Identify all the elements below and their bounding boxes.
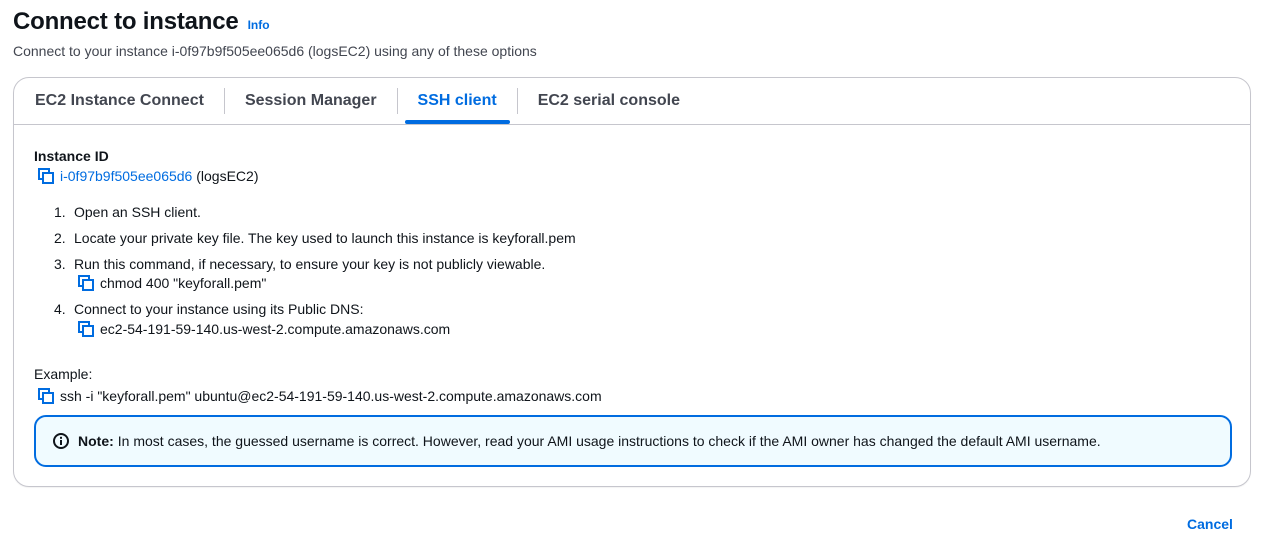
tab-divider (396, 88, 398, 114)
tab-ec2-instance-connect[interactable]: EC2 Instance Connect (22, 78, 217, 124)
tab-divider (516, 88, 518, 114)
step-3-command-row: chmod 400 "keyforall.pem" (78, 274, 266, 292)
page-title-row: Connect to instance Info (13, 6, 270, 38)
tab-label: EC2 serial console (537, 92, 680, 109)
tab-session-manager[interactable]: Session Manager (232, 78, 390, 124)
page-subtitle: Connect to your instance i-0f97b9f505ee0… (13, 43, 537, 59)
tab-ec2-serial-console[interactable]: EC2 serial console (525, 78, 693, 124)
ssh-example-command: ssh -i "keyforall.pem" ubuntu@ec2-54-191… (60, 388, 602, 404)
cancel-button[interactable]: Cancel (1180, 514, 1240, 534)
ssh-client-panel: Instance ID i-0f97b9f505ee065d6 (logsEC2… (34, 125, 1232, 486)
copy-icon[interactable] (38, 388, 54, 404)
note-text: In most cases, the guessed username is c… (117, 433, 1101, 449)
copy-icon[interactable] (78, 321, 94, 337)
step-2: 2. Locate your private key file. The key … (54, 229, 576, 247)
tab-label: EC2 Instance Connect (35, 92, 204, 109)
step-1: 1. Open an SSH client. (54, 203, 201, 221)
tab-label: SSH client (417, 92, 497, 109)
tab-label: Session Manager (244, 92, 377, 109)
example-command-row: ssh -i "keyforall.pem" ubuntu@ec2-54-191… (38, 387, 602, 405)
step-number: 1. (54, 204, 66, 220)
tab-divider (223, 88, 225, 114)
step-text: Connect to your instance using its Publi… (74, 301, 364, 317)
step-4-command-row: ec2-54-191-59-140.us-west-2.compute.amaz… (78, 320, 450, 338)
step-number: 2. (54, 230, 66, 246)
username-note-alert: Note: In most cases, the guessed usernam… (34, 415, 1232, 467)
note-label: Note: (78, 433, 114, 449)
instance-name: (logsEC2) (196, 168, 259, 184)
instance-id-row: i-0f97b9f505ee065d6 (logsEC2) (38, 167, 258, 185)
step-number: 4. (54, 301, 66, 317)
step-3: 3. Run this command, if necessary, to ens… (54, 255, 545, 273)
tab-bar: EC2 Instance Connect Session Manager SSH… (14, 78, 1250, 125)
page-title: Connect to instance (13, 8, 239, 35)
chmod-command: chmod 400 "keyforall.pem" (100, 275, 267, 291)
step-text: Run this command, if necessary, to ensur… (74, 256, 546, 272)
tab-ssh-client[interactable]: SSH client (404, 78, 510, 124)
info-circle-icon (52, 432, 70, 450)
public-dns-value: ec2-54-191-59-140.us-west-2.compute.amaz… (100, 321, 451, 337)
instance-id-link[interactable]: i-0f97b9f505ee065d6 (60, 168, 192, 184)
step-number: 3. (54, 256, 66, 272)
step-text: Open an SSH client. (74, 204, 201, 220)
example-label: Example: (34, 366, 93, 382)
info-link[interactable]: Info (248, 18, 270, 32)
instance-id-label: Instance ID (34, 148, 109, 164)
step-text: Locate your private key file. The key us… (74, 230, 576, 246)
copy-icon[interactable] (78, 275, 94, 291)
connect-options-container: EC2 Instance Connect Session Manager SSH… (13, 77, 1251, 487)
step-4: 4. Connect to your instance using its Pub… (54, 300, 363, 318)
copy-icon[interactable] (38, 168, 54, 184)
